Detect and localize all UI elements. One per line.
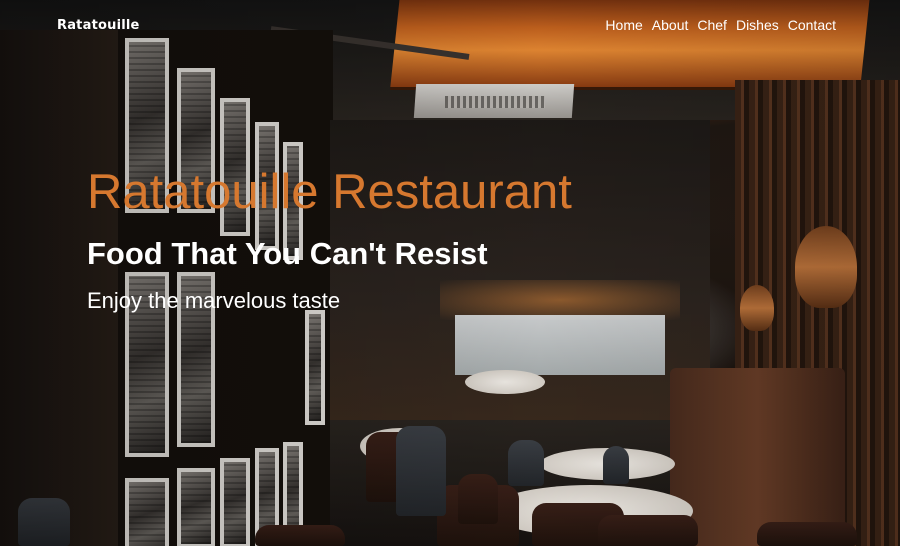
top-navbar: Ratatouille Home About Chef Dishes Conta… [0, 0, 900, 52]
nav-link-about[interactable]: About [652, 17, 689, 33]
nav-link-dishes[interactable]: Dishes [736, 17, 779, 33]
nav-link-home[interactable]: Home [605, 17, 642, 33]
nav-link-chef[interactable]: Chef [697, 17, 727, 33]
hero-title: Ratatouille Restaurant [87, 165, 572, 219]
nav-link-contact[interactable]: Contact [788, 17, 836, 33]
hero-section: Ratatouille Restaurant Food That You Can… [87, 164, 572, 314]
hero-subtitle: Food That You Can't Resist [87, 236, 488, 271]
hero-tagline: Enjoy the marvelous taste [87, 288, 341, 313]
nav-links: Home About Chef Dishes Contact [605, 17, 836, 33]
site-brand-logo[interactable]: Ratatouille [57, 18, 140, 33]
